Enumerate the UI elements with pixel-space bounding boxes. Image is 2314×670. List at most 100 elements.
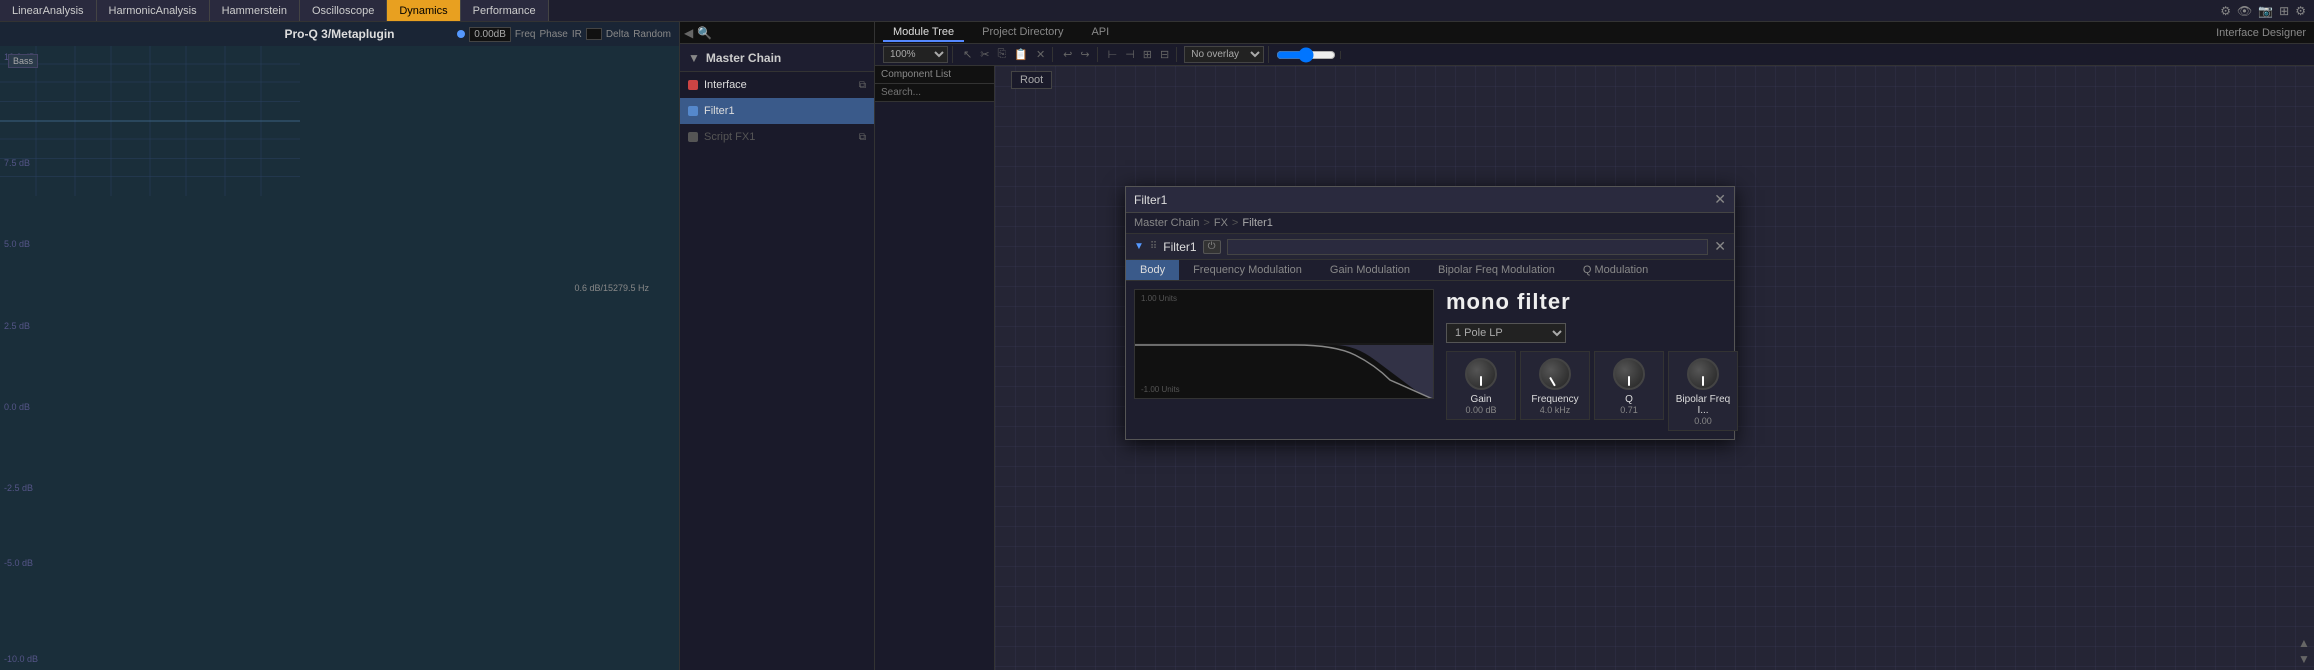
frequency-knob[interactable] — [1539, 358, 1571, 390]
scriptfx1-label: Script FX1 — [704, 131, 853, 143]
q-knob-indicator — [1628, 376, 1630, 386]
filter-right-side: mono filter 1 Pole LP 2 Pole LP 1 Pole H… — [1446, 289, 1738, 431]
eq-label-75db: 7.5 dB — [4, 158, 30, 168]
tab-module-tree[interactable]: Module Tree — [883, 24, 964, 42]
paste-icon[interactable]: 📋 — [1011, 47, 1031, 62]
tab-api[interactable]: API — [1081, 24, 1119, 42]
breadcrumb-fx[interactable]: FX — [1214, 217, 1228, 229]
right-panel: Module Tree Project Directory API Interf… — [875, 22, 2314, 670]
eq-label-neg25db: -2.5 dB — [4, 483, 33, 493]
align-left-icon[interactable]: ⊢ — [1105, 47, 1121, 62]
toolbar-arrow-icon[interactable]: ◀ — [684, 26, 693, 40]
settings-icon[interactable]: ⚙ — [2220, 4, 2231, 18]
tab-dynamics[interactable]: Dynamics — [387, 0, 460, 21]
grid-icon[interactable]: ⊞ — [2279, 4, 2289, 18]
eq-panel: Pro-Q 3/Metaplugin 0.00dB Freq Phase IR … — [0, 22, 680, 670]
tab-oscilloscope[interactable]: Oscilloscope — [300, 0, 387, 21]
bass-button[interactable]: Bass — [8, 54, 38, 68]
redo-icon[interactable]: ↪ — [1077, 47, 1092, 62]
tab-project-directory[interactable]: Project Directory — [972, 24, 1073, 42]
filter-tab-gain-mod[interactable]: Gain Modulation — [1316, 260, 1424, 280]
gear2-icon[interactable]: ⚙ — [2295, 4, 2306, 18]
middle-panel: ◀ 🔍 ▼ Master Chain Interface ⧉ Filter1 S… — [680, 22, 875, 670]
cut-icon[interactable]: ✂ — [977, 47, 992, 62]
filter-tab-bipolar-mod[interactable]: Bipolar Freq Modulation — [1424, 260, 1569, 280]
filter-close-button[interactable]: ✕ — [1714, 238, 1726, 255]
copy-icon[interactable]: ⎘ — [994, 47, 1009, 62]
ir-label[interactable]: IR — [572, 29, 582, 40]
eq-checkbox[interactable] — [586, 28, 602, 40]
q-knob[interactable] — [1613, 358, 1645, 390]
filter-tab-q-mod[interactable]: Q Modulation — [1569, 260, 1662, 280]
dialog-close-button[interactable]: ✕ — [1714, 191, 1726, 208]
knobs-row: Gain 0.00 dB Frequency 4.0 kHz — [1446, 351, 1738, 431]
breadcrumb-master-chain[interactable]: Master Chain — [1134, 217, 1199, 229]
scroll-up-icon[interactable]: ▲ — [2298, 636, 2310, 650]
interface-ext-icon[interactable]: ⧉ — [859, 80, 866, 91]
filter-tab-freq-mod[interactable]: Frequency Modulation — [1179, 260, 1316, 280]
overlay-select[interactable]: No overlay Grid — [1184, 46, 1264, 63]
arrange-group: ⊢ ⊣ ⊞ ⊟ — [1101, 47, 1178, 62]
tab-linear-analysis[interactable]: LinearAnalysis — [0, 0, 97, 21]
bipolar-knob[interactable] — [1687, 358, 1719, 390]
slider-group — [1272, 51, 1341, 59]
group-icon[interactable]: ⊟ — [1157, 47, 1172, 62]
tab-hammerstein[interactable]: Hammerstein — [210, 0, 300, 21]
eq-title: Pro-Q 3/Metaplugin — [284, 27, 394, 41]
gain-knob-container: Gain 0.00 dB — [1446, 351, 1516, 420]
bottom-arrow-area: ▲ ▼ — [2294, 632, 2314, 670]
chain-item-filter1[interactable]: Filter1 — [680, 98, 874, 124]
filter-collapse-icon[interactable]: ▼ — [1134, 241, 1144, 252]
cursor-icon[interactable]: ↖ — [960, 47, 975, 62]
breadcrumb-filter1: Filter1 — [1242, 217, 1273, 229]
distribute-icon[interactable]: ⊞ — [1140, 47, 1155, 62]
breadcrumb-sep1: > — [1203, 217, 1209, 229]
toolbar-search-icon[interactable]: 🔍 — [697, 26, 712, 40]
eq-value-box[interactable]: 0.00dB — [469, 27, 511, 42]
master-chain-header: ▼ Master Chain — [680, 44, 874, 72]
chain-expand-icon[interactable]: ▼ — [688, 51, 700, 65]
delta-label: Delta — [606, 29, 629, 40]
freq-label: Freq — [515, 29, 536, 40]
q-knob-label: Q — [1625, 394, 1633, 405]
pole-type-select[interactable]: 1 Pole LP 2 Pole LP 1 Pole HP — [1446, 323, 1566, 343]
q-knob-value: 0.71 — [1620, 405, 1638, 415]
eq-canvas[interactable]: 10.0 dB 7.5 dB 5.0 dB 2.5 dB 0.0 dB -2.5… — [0, 46, 679, 670]
tab-harmonic-analysis[interactable]: HarmonicAnalysis — [97, 0, 210, 21]
align-center-icon[interactable]: ⊣ — [1122, 47, 1138, 62]
tab-performance[interactable]: Performance — [461, 0, 549, 21]
edit-tools-group: ↖ ✂ ⎘ 📋 ✕ — [956, 47, 1053, 62]
size-slider[interactable] — [1276, 51, 1336, 59]
eq-header: Pro-Q 3/Metaplugin 0.00dB Freq Phase IR … — [0, 22, 679, 46]
frequency-knob-indicator — [1549, 377, 1556, 387]
scriptfx1-ext-icon[interactable]: ⧉ — [859, 132, 866, 143]
eye-icon[interactable]: 👁 — [2237, 4, 2252, 18]
eq-label-0db: 0.0 dB — [4, 402, 30, 412]
undo-icon[interactable]: ↩ — [1060, 47, 1075, 62]
delete-icon[interactable]: ✕ — [1033, 47, 1048, 62]
filter-power-button[interactable]: ⏻ — [1203, 240, 1221, 254]
component-list-content — [875, 102, 994, 670]
zoom-select[interactable]: 100% 75% 150% — [883, 46, 948, 63]
filter-drag-icon[interactable]: ⠿ — [1150, 241, 1157, 252]
filter-dialog-titlebar: Filter1 ✕ — [1126, 187, 1734, 213]
filter-tab-body[interactable]: Body — [1126, 260, 1179, 280]
filter1-color-dot — [688, 106, 698, 116]
component-search-input[interactable] — [875, 84, 994, 102]
designer-canvas[interactable]: Root Filter1 ✕ Master Chain > FX > Filte… — [995, 66, 2314, 670]
phase-label[interactable]: Phase — [539, 29, 567, 40]
gain-knob[interactable] — [1465, 358, 1497, 390]
right-top-bar: Module Tree Project Directory API Interf… — [875, 22, 2314, 44]
random-label[interactable]: Random — [633, 29, 671, 40]
right-toolbar: 100% 75% 150% ↖ ✂ ⎘ 📋 ✕ ↩ ↪ ⊢ ⊣ ⊞ ⊟ — [875, 44, 2314, 66]
camera-icon[interactable]: 📷 — [2258, 4, 2273, 18]
eq-label-neg10db: -10.0 dB — [4, 654, 38, 664]
eq-label-5db: 5.0 dB — [4, 239, 30, 249]
scroll-down-icon[interactable]: ▼ — [2298, 652, 2310, 666]
filter-name-label: Filter1 — [1163, 240, 1196, 254]
filter-text-box[interactable] — [1227, 239, 1709, 255]
interface-designer-title: Interface Designer — [2216, 27, 2306, 39]
scriptfx1-color-dot — [688, 132, 698, 142]
chain-item-interface[interactable]: Interface ⧉ — [680, 72, 874, 98]
chain-item-scriptfx1[interactable]: Script FX1 ⧉ — [680, 124, 874, 150]
